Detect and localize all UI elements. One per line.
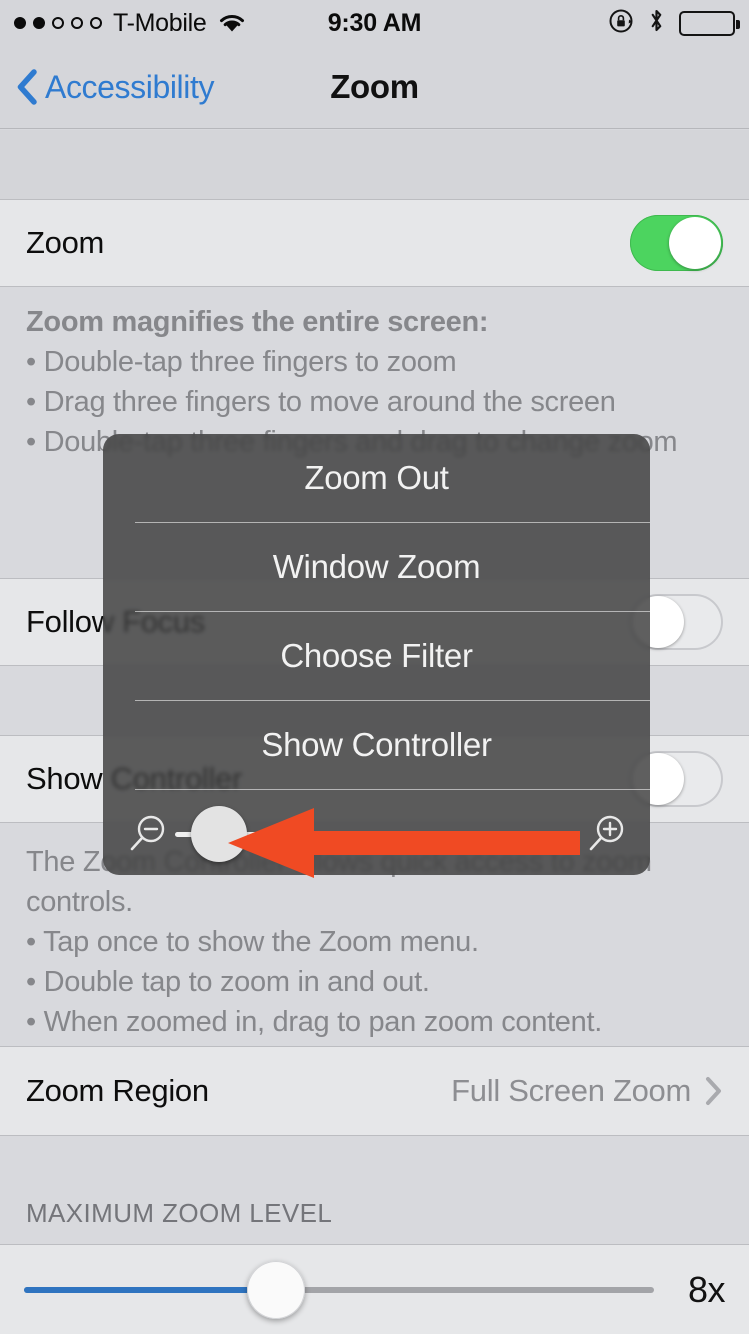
- signal-strength-dots: [14, 17, 102, 29]
- bluetooth-icon: [648, 7, 665, 39]
- chevron-left-icon: [16, 69, 38, 105]
- magnifier-plus-icon[interactable]: [584, 812, 628, 856]
- magnifier-minus-icon[interactable]: [125, 812, 169, 856]
- status-bar-right: [608, 7, 740, 39]
- zoom-description-bullet: • Drag three fingers to move around the …: [26, 386, 616, 418]
- max-zoom-section-header: MAXIMUM ZOOM LEVEL: [26, 1198, 333, 1228]
- rotation-lock-icon: [608, 8, 634, 39]
- zoom-description-heading: Zoom magnifies the entire screen:: [26, 306, 489, 338]
- battery-icon: [679, 10, 740, 36]
- zoom-menu-item-zoom-out[interactable]: Zoom Out: [103, 434, 650, 522]
- zoom-toggle[interactable]: [630, 215, 723, 271]
- row-zoom[interactable]: Zoom: [0, 199, 749, 287]
- row-zoom-region-label: Zoom Region: [26, 1073, 209, 1108]
- row-zoom-label: Zoom: [26, 225, 105, 260]
- signal-dot: [33, 17, 45, 29]
- chevron-right-icon: [705, 1076, 723, 1106]
- iphone-screen: T-Mobile 9:30 AM Accessibility Zoom Zoom…: [0, 0, 749, 1334]
- row-zoom-region[interactable]: Zoom Region Full Screen Zoom: [0, 1046, 749, 1136]
- back-button[interactable]: Accessibility: [0, 69, 214, 106]
- toggle-knob: [669, 217, 721, 269]
- top-spacer: [0, 130, 749, 199]
- zoom-menu-item-show-controller[interactable]: Show Controller: [103, 701, 650, 789]
- signal-dot: [71, 17, 83, 29]
- carrier-name: T-Mobile: [113, 8, 207, 37]
- controller-description-bullet: • Double tap to zoom in and out.: [26, 966, 430, 998]
- status-bar: T-Mobile 9:30 AM: [0, 0, 749, 46]
- status-bar-left: T-Mobile: [14, 9, 246, 38]
- back-button-label: Accessibility: [45, 68, 215, 105]
- max-zoom-value: 8x: [687, 1268, 726, 1310]
- controller-description-bullet: • Tap once to show the Zoom menu.: [26, 926, 479, 958]
- row-zoom-region-value: Full Screen Zoom: [451, 1073, 691, 1108]
- max-zoom-slider[interactable]: [24, 1260, 654, 1320]
- signal-dot: [14, 17, 26, 29]
- navigation-bar: Accessibility Zoom: [0, 46, 749, 129]
- left-arrow-annotation: [228, 806, 580, 880]
- controller-description-bullet: • When zoomed in, drag to pan zoom conte…: [26, 1006, 602, 1038]
- slider-thumb[interactable]: [246, 1260, 305, 1319]
- wifi-icon: [218, 12, 246, 34]
- zoom-menu-item-choose-filter[interactable]: Choose Filter: [103, 612, 650, 700]
- zoom-description-bullet: • Double-tap three fingers to zoom: [26, 346, 457, 378]
- slider-fill: [24, 1286, 276, 1293]
- signal-dot: [52, 17, 64, 29]
- max-zoom-slider-row[interactable]: 8x: [0, 1244, 749, 1334]
- zoom-menu-item-window-zoom[interactable]: Window Zoom: [103, 523, 650, 611]
- signal-dot: [90, 17, 102, 29]
